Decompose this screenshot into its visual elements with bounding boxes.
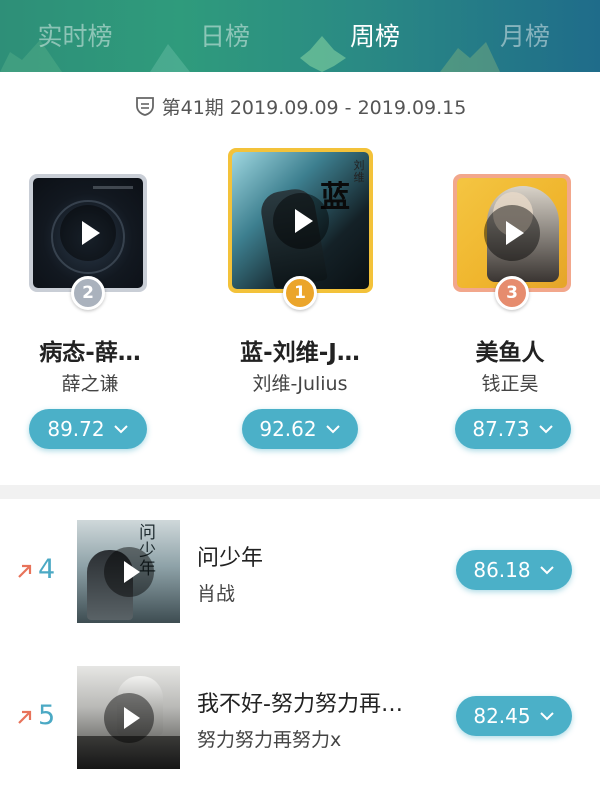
- score-button[interactable]: 82.45: [456, 696, 572, 736]
- play-button[interactable]: [484, 205, 540, 261]
- play-button[interactable]: [272, 192, 329, 249]
- score-button[interactable]: 89.72: [29, 409, 147, 449]
- play-button[interactable]: [103, 692, 154, 743]
- artist-name[interactable]: 薛之谦: [0, 369, 180, 396]
- chevron-down-icon: [539, 712, 554, 721]
- score-value: 86.18: [473, 558, 531, 582]
- podium-top3: 2 病态-薛… 薛之谦 89.72 蓝 刘维 1 蓝-刘维-J… 刘维-Juli…: [0, 145, 600, 465]
- rank-number: 5: [38, 700, 56, 731]
- chart-period: 第41期 2019.09.09 - 2019.09.15: [0, 88, 600, 124]
- score-button[interactable]: 92.62: [242, 409, 358, 449]
- album-cover[interactable]: [453, 174, 571, 292]
- album-cover[interactable]: 问少年: [77, 520, 180, 623]
- artist-name[interactable]: 努力努力再努力x: [197, 725, 437, 752]
- trend-up-icon: [18, 564, 32, 578]
- album-cover[interactable]: [29, 174, 147, 292]
- score-button[interactable]: 87.73: [455, 409, 571, 449]
- rank-medal: 2: [71, 276, 105, 310]
- rank-number: 4: [38, 554, 56, 585]
- score-button[interactable]: 86.18: [456, 550, 572, 590]
- score-value: 92.62: [259, 417, 317, 441]
- chevron-down-icon: [538, 425, 553, 434]
- song-title[interactable]: 美鱼人: [420, 333, 600, 367]
- period-text: 第41期 2019.09.09 - 2019.09.15: [161, 96, 467, 119]
- artist-name[interactable]: 钱正昊: [420, 369, 600, 396]
- score-value: 89.72: [47, 417, 105, 441]
- artist-name[interactable]: 肖战: [197, 579, 437, 606]
- chevron-down-icon: [539, 566, 554, 575]
- chevron-down-icon: [113, 425, 128, 434]
- list-item-rank-5[interactable]: 5 我不好-努力努力再… 努力努力再努力x 82.45: [0, 663, 600, 773]
- tab-monthly[interactable]: 月榜: [450, 0, 600, 72]
- podium-item-rank-1[interactable]: 蓝 刘维 1 蓝-刘维-J… 刘维-Julius 92.62: [210, 145, 390, 465]
- tab-weekly[interactable]: 周榜: [300, 0, 450, 72]
- podium-item-rank-3[interactable]: 3 美鱼人 钱正昊 87.73: [420, 145, 600, 465]
- tab-realtime[interactable]: 实时榜: [0, 0, 150, 72]
- trend-up-icon: [18, 710, 32, 724]
- play-button[interactable]: [60, 205, 116, 261]
- album-cover[interactable]: 蓝 刘维: [228, 148, 373, 293]
- cover-subtext: 刘维: [353, 159, 365, 184]
- song-title[interactable]: 问少年: [197, 540, 437, 572]
- artist-name[interactable]: 刘维-Julius: [210, 369, 390, 396]
- podium-item-rank-2[interactable]: 2 病态-薛… 薛之谦 89.72: [0, 145, 180, 465]
- score-value: 82.45: [473, 704, 531, 728]
- list-item-rank-4[interactable]: 4 问少年 问少年 肖战 86.18: [0, 517, 600, 627]
- section-divider: [0, 485, 600, 499]
- song-title[interactable]: 我不好-努力努力再…: [197, 686, 437, 718]
- chart-period-tab-bar: 实时榜 日榜 周榜 月榜: [0, 0, 600, 72]
- song-title[interactable]: 蓝-刘维-J…: [210, 333, 390, 367]
- rank-medal: 3: [495, 276, 529, 310]
- play-button[interactable]: [103, 546, 154, 597]
- album-cover[interactable]: [77, 666, 180, 769]
- shield-icon: [135, 97, 154, 116]
- song-title[interactable]: 病态-薛…: [0, 333, 180, 367]
- tab-daily[interactable]: 日榜: [150, 0, 300, 72]
- rank-medal: 1: [283, 276, 317, 310]
- score-value: 87.73: [472, 417, 530, 441]
- chevron-down-icon: [325, 425, 340, 434]
